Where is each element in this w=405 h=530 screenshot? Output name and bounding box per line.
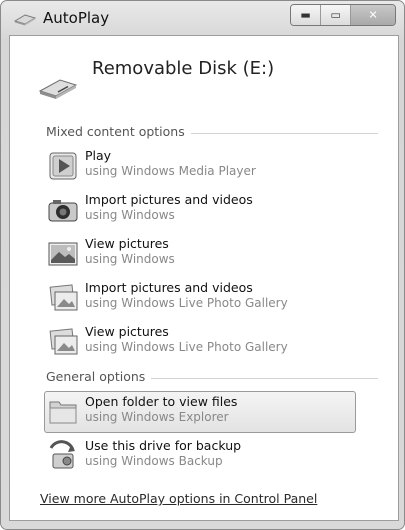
window-title: AutoPlay: [43, 9, 110, 27]
option-subtitle: using Windows Explorer: [85, 410, 229, 424]
media-player-icon: [49, 152, 77, 180]
photo-gallery-icon: [49, 328, 78, 355]
option-subtitle: using Windows Live Photo Gallery: [85, 296, 288, 310]
close-button[interactable]: ✕: [351, 5, 395, 25]
option-subtitle: using Windows Backup: [85, 454, 223, 468]
backup-icon: [49, 440, 75, 469]
device-name: Removable Disk (E:): [92, 58, 275, 79]
camera-icon: [48, 200, 78, 222]
photo-gallery-icon: [49, 284, 78, 311]
option-open-folder[interactable]: Open folder to view files using Windows …: [44, 391, 356, 433]
mixed-content-section: Mixed content options: [10, 124, 398, 142]
option-title: Open folder to view files: [85, 394, 238, 409]
option-title: Play: [85, 148, 112, 163]
option-title: Import pictures and videos: [85, 280, 253, 295]
option-backup[interactable]: Use this drive for backup using Windows …: [44, 435, 356, 477]
autoplay-window: AutoPlay ▬ ▭ ✕ Removable Disk (E:) Mixed…: [0, 0, 405, 530]
option-view-pictures-windows[interactable]: View pictures using Windows: [44, 233, 356, 275]
option-subtitle: using Windows: [85, 252, 175, 266]
general-options-section: General options: [10, 369, 398, 387]
folder-icon: [49, 401, 77, 424]
section-label: Mixed content options: [46, 124, 191, 139]
option-title: View pictures: [85, 236, 169, 251]
option-subtitle: using Windows: [85, 208, 175, 222]
maximize-button[interactable]: ▭: [321, 5, 352, 25]
minimize-button[interactable]: ▬: [291, 5, 322, 25]
removable-disk-icon: [38, 79, 78, 99]
maximize-icon: ▭: [330, 8, 341, 22]
title-bar[interactable]: AutoPlay ▬ ▭ ✕: [1, 1, 404, 35]
picture-icon: [48, 242, 78, 266]
control-panel-link[interactable]: View more AutoPlay options in Control Pa…: [40, 491, 317, 506]
content-panel: Removable Disk (E:) Mixed content option…: [9, 35, 399, 521]
option-import-windows[interactable]: Import pictures and videos using Windows: [44, 189, 356, 231]
option-import-live-gallery[interactable]: Import pictures and videos using Windows…: [44, 277, 356, 319]
drive-icon: [13, 14, 37, 26]
option-play[interactable]: Play using Windows Media Player: [44, 145, 356, 187]
option-title: Import pictures and videos: [85, 192, 253, 207]
section-label: General options: [46, 369, 152, 384]
caption-buttons: ▬ ▭ ✕: [290, 4, 396, 26]
option-subtitle: using Windows Media Player: [85, 164, 256, 178]
minimize-icon: ▬: [300, 8, 311, 22]
option-title: Use this drive for backup: [85, 438, 242, 453]
option-title: View pictures: [85, 324, 169, 339]
option-subtitle: using Windows Live Photo Gallery: [85, 340, 288, 354]
option-view-live-gallery[interactable]: View pictures using Windows Live Photo G…: [44, 321, 356, 363]
close-icon: ✕: [368, 8, 378, 22]
